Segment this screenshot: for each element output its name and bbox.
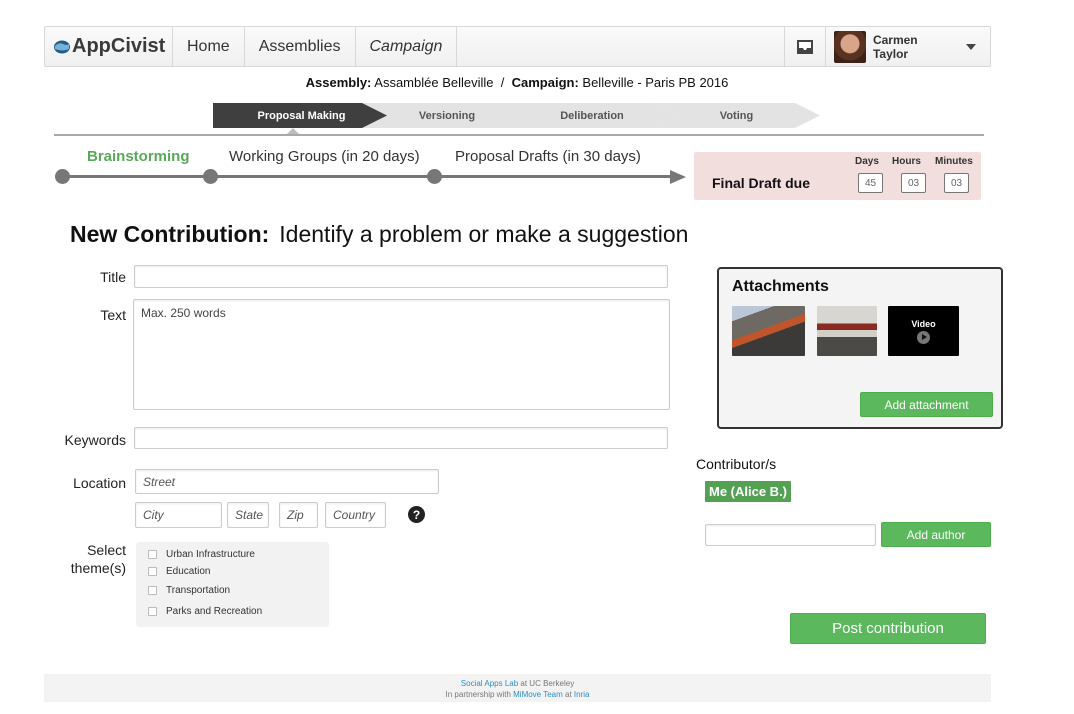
stage-proposal-drafts[interactable]: Proposal Drafts (in 30 days) <box>455 148 641 165</box>
mimove-team-link[interactable]: MiMove Team <box>513 690 563 699</box>
zip-input[interactable]: Zip <box>279 502 318 528</box>
nav-campaign[interactable]: Campaign <box>356 27 458 66</box>
phase-voting[interactable]: Voting <box>653 103 820 128</box>
text-area[interactable]: Max. 250 words <box>133 299 670 410</box>
timeline-line <box>62 175 675 178</box>
text-label: Text <box>100 307 126 323</box>
phase-divider <box>54 134 984 136</box>
theme-label: Education <box>166 566 211 577</box>
location-label: Location <box>73 475 126 491</box>
checkbox[interactable] <box>148 586 157 595</box>
video-label: Video <box>911 318 936 329</box>
assembly-label: Assembly: <box>305 75 372 90</box>
inbox-icon <box>797 39 813 54</box>
themes-label: Select theme(s) <box>40 541 126 577</box>
campaign-value: Belleville - Paris PB 2016 <box>582 75 729 90</box>
stage-working-groups[interactable]: Working Groups (in 20 days) <box>229 148 420 165</box>
title-input[interactable] <box>134 265 668 288</box>
attachment-image-thumbnail[interactable] <box>732 306 805 356</box>
city-input[interactable]: City <box>135 502 222 528</box>
inria-link[interactable]: Inria <box>574 690 590 699</box>
campaign-label: Campaign: <box>511 75 579 90</box>
theme-label: Parks and Recreation <box>166 606 263 617</box>
brand-name: AppCivist <box>72 35 166 57</box>
footer-text: at UC Berkeley <box>518 679 575 688</box>
phase-proposal-making[interactable]: Proposal Making <box>213 103 390 128</box>
attachments-title: Attachments <box>732 278 829 295</box>
minutes-value: 03 <box>944 173 969 193</box>
checkbox[interactable] <box>148 567 157 576</box>
themes-box: Urban Infrastructure Education Transport… <box>136 542 329 627</box>
minutes-label: Minutes <box>935 156 973 167</box>
add-author-button[interactable]: Add author <box>881 522 991 547</box>
street-input[interactable]: Street <box>135 469 439 494</box>
chevron-down-icon <box>966 43 976 50</box>
footer-text: In partnership with <box>445 690 514 699</box>
timeline-dot <box>427 169 442 184</box>
nav-assemblies[interactable]: Assemblies <box>245 27 356 66</box>
theme-option-urban-infrastructure[interactable]: Urban Infrastructure <box>148 549 255 560</box>
attachments-panel: Attachments Video Add attachment <box>717 267 1003 429</box>
days-label: Days <box>855 156 879 167</box>
footer: Social Apps Lab at UC Berkeley In partne… <box>44 674 991 702</box>
help-icon[interactable]: ? <box>408 506 425 523</box>
user-menu[interactable]: Carmen Taylor <box>826 27 990 66</box>
contributor-badge[interactable]: Me (Alice B.) <box>705 481 792 502</box>
deadline-label: Final Draft due <box>712 175 811 191</box>
play-icon <box>917 330 930 344</box>
contributors-label: Contributor/s <box>696 456 777 472</box>
theme-label: Urban Infrastructure <box>166 549 255 560</box>
social-apps-lab-link[interactable]: Social Apps Lab <box>461 679 518 688</box>
add-attachment-button[interactable]: Add attachment <box>860 392 993 417</box>
footer-line-2: In partnership with MiMove Team at Inria <box>44 689 991 700</box>
theme-option-education[interactable]: Education <box>148 566 210 577</box>
timeline-arrowhead <box>670 170 686 184</box>
theme-label: Transportation <box>166 585 231 596</box>
globe-logo-icon <box>54 40 70 53</box>
state-input[interactable]: State <box>227 502 269 528</box>
themes-label-line2: theme(s) <box>70 560 126 576</box>
assembly-value: Assamblée Belleville <box>374 75 494 90</box>
assembly-campaign-context: Assembly: Assamblée Belleville / Campaig… <box>0 75 1034 90</box>
keywords-label: Keywords <box>64 432 126 448</box>
phase-deliberation[interactable]: Deliberation <box>506 103 678 128</box>
days-value: 45 <box>858 173 883 193</box>
attachment-image-thumbnail[interactable] <box>817 306 877 356</box>
footer-text: at <box>562 690 574 699</box>
hours-label: Hours <box>892 156 921 167</box>
author-input[interactable] <box>705 524 876 546</box>
country-input[interactable]: Country <box>325 502 386 528</box>
footer-line-1: Social Apps Lab at UC Berkeley <box>44 678 991 689</box>
context-separator: / <box>500 75 505 90</box>
top-navbar: AppCivist Home Assemblies Campaign Carme… <box>44 26 991 67</box>
final-draft-deadline: Final Draft due Days Hours Minutes 45 03… <box>694 152 981 200</box>
title-label: Title <box>100 269 126 285</box>
timeline-dot <box>55 169 70 184</box>
hours-value: 03 <box>901 173 926 193</box>
themes-label-line1: Select <box>87 542 126 558</box>
user-name: Carmen Taylor <box>872 32 918 61</box>
checkbox[interactable] <box>148 607 157 616</box>
theme-option-parks-recreation[interactable]: Parks and Recreation <box>148 606 262 617</box>
page-title-subtitle: Identify a problem or make a suggestion <box>279 221 689 247</box>
brand-logo[interactable]: AppCivist <box>45 27 173 66</box>
avatar <box>834 30 866 63</box>
keywords-input[interactable] <box>134 427 668 449</box>
page-title-bold: New Contribution: <box>70 221 270 247</box>
theme-option-transportation[interactable]: Transportation <box>148 585 230 596</box>
inbox-button[interactable] <box>784 27 826 66</box>
page-title: New Contribution: Identify a problem or m… <box>70 221 688 248</box>
timeline-dot <box>203 169 218 184</box>
checkbox[interactable] <box>148 550 157 559</box>
post-contribution-button[interactable]: Post contribution <box>790 613 986 644</box>
phase-versioning[interactable]: Versioning <box>362 103 532 128</box>
attachment-video-thumbnail[interactable]: Video <box>888 306 959 356</box>
stage-brainstorming[interactable]: Brainstorming <box>87 148 190 165</box>
nav-home[interactable]: Home <box>173 27 245 66</box>
